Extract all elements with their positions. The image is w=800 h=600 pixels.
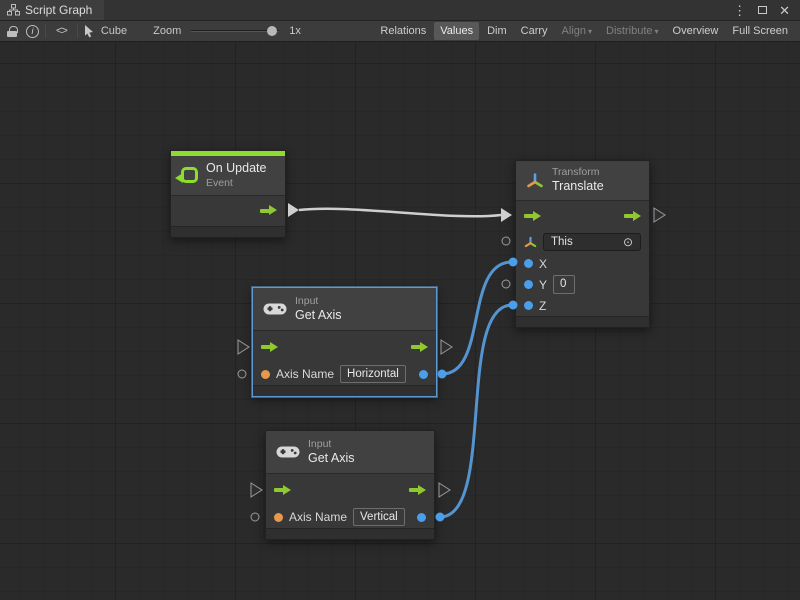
axis-name-field[interactable]: Vertical <box>353 508 405 527</box>
node-header: Transform Translate <box>516 161 649 201</box>
title-bar: Script Graph ⋮ ✕ <box>0 0 800 21</box>
zoom-slider[interactable] <box>191 30 279 32</box>
chevron-down-icon: ▾ <box>655 27 659 36</box>
info-icon[interactable]: i <box>26 25 39 38</box>
window-controls: ⋮ ✕ <box>729 0 800 20</box>
z-value-port[interactable] <box>524 301 533 310</box>
flow-output-port[interactable] <box>624 211 641 222</box>
node-footer <box>266 528 434 539</box>
node-header: Input Get Axis <box>266 431 434 474</box>
graph-toolbar: i <> Cube Zoom 1x Relations Values Dim C… <box>0 21 800 42</box>
script-graph-window: Script Graph ⋮ ✕ i <> Cube Zoom 1x Relat… <box>0 0 800 600</box>
flow-input-port[interactable] <box>261 342 278 353</box>
lock-icon[interactable] <box>7 26 17 37</box>
flow-row <box>516 201 649 231</box>
target-object-label[interactable]: Cube <box>101 25 127 37</box>
flow-row <box>266 474 434 506</box>
full-screen-button[interactable]: Full Screen <box>726 22 794 40</box>
transform-icon <box>526 172 544 190</box>
dim-button[interactable]: Dim <box>481 22 513 40</box>
y-value-field[interactable]: 0 <box>553 275 575 294</box>
align-dropdown[interactable]: Align▾ <box>556 22 598 40</box>
tab-script-graph[interactable]: Script Graph <box>0 0 104 20</box>
object-picker-icon[interactable]: ⊙ <box>623 235 633 249</box>
node-category: Input <box>308 438 355 451</box>
node-category: Transform <box>552 166 604 179</box>
zoom-label: Zoom <box>153 25 181 37</box>
node-title: Get Axis <box>295 308 342 324</box>
node-footer <box>516 316 649 327</box>
axis-name-input-port[interactable] <box>261 370 270 379</box>
flow-output-port[interactable] <box>260 205 277 216</box>
axis-name-field[interactable]: Horizontal <box>340 365 406 384</box>
node-translate[interactable]: Transform Translate This ⊙ X Y <box>515 160 650 328</box>
y-value-port[interactable] <box>524 280 533 289</box>
node-get-axis-vertical[interactable]: Input Get Axis Axis Name Vertical <box>265 430 435 540</box>
this-object-field[interactable]: This ⊙ <box>543 233 641 251</box>
node-get-axis-horizontal[interactable]: Input Get Axis Axis Name Horizontal <box>252 287 437 397</box>
gamepad-icon <box>263 302 287 316</box>
code-icon[interactable]: <> <box>56 25 67 37</box>
chevron-down-icon: ▾ <box>588 27 592 36</box>
node-title: Translate <box>552 179 604 195</box>
axis-name-row: Axis Name Horizontal <box>253 363 436 385</box>
z-row: Z <box>516 295 649 316</box>
carry-button[interactable]: Carry <box>515 22 554 40</box>
target-cursor-icon <box>84 25 95 38</box>
maximize-icon[interactable] <box>758 6 767 14</box>
transform-mini-icon <box>524 236 537 249</box>
flow-row <box>253 331 436 363</box>
node-header: On Update Event <box>171 156 285 196</box>
result-output-port[interactable] <box>419 370 428 379</box>
node-on-update[interactable]: On Update Event <box>170 150 286 238</box>
axis-name-row: Axis Name Vertical <box>266 506 434 528</box>
result-output-port[interactable] <box>417 513 426 522</box>
flow-output-port[interactable] <box>411 342 428 353</box>
values-button[interactable]: Values <box>434 22 479 40</box>
flow-input-port[interactable] <box>274 485 291 496</box>
this-row: This ⊙ <box>516 231 649 253</box>
axis-name-input-port[interactable] <box>274 513 283 522</box>
flow-input-port[interactable] <box>524 211 541 222</box>
relations-button[interactable]: Relations <box>374 22 432 40</box>
node-subtitle: Event <box>206 177 266 190</box>
node-footer <box>253 385 436 396</box>
gamepad-icon <box>276 445 300 459</box>
update-loop-icon <box>181 167 198 183</box>
flow-row <box>171 196 285 226</box>
node-title: On Update <box>206 161 266 177</box>
graph-icon <box>7 4 20 16</box>
zoom-value: 1x <box>289 25 301 37</box>
distribute-dropdown[interactable]: Distribute▾ <box>600 22 664 40</box>
node-category: Input <box>295 295 342 308</box>
node-title: Get Axis <box>308 451 355 467</box>
y-row: Y 0 <box>516 274 649 295</box>
x-value-port[interactable] <box>524 259 533 268</box>
zoom-slider-handle[interactable] <box>267 26 277 36</box>
node-header: Input Get Axis <box>253 288 436 331</box>
node-footer <box>171 226 285 237</box>
x-row: X <box>516 253 649 274</box>
toolbar-buttons: Relations Values Dim Carry Align▾ Distri… <box>374 22 796 40</box>
toolbar-separator <box>45 25 46 38</box>
tab-title: Script Graph <box>25 3 92 17</box>
toolbar-separator <box>77 25 78 38</box>
menu-icon[interactable]: ⋮ <box>729 3 750 18</box>
close-icon[interactable]: ✕ <box>775 3 794 18</box>
flow-output-port[interactable] <box>409 485 426 496</box>
overview-button[interactable]: Overview <box>667 22 725 40</box>
